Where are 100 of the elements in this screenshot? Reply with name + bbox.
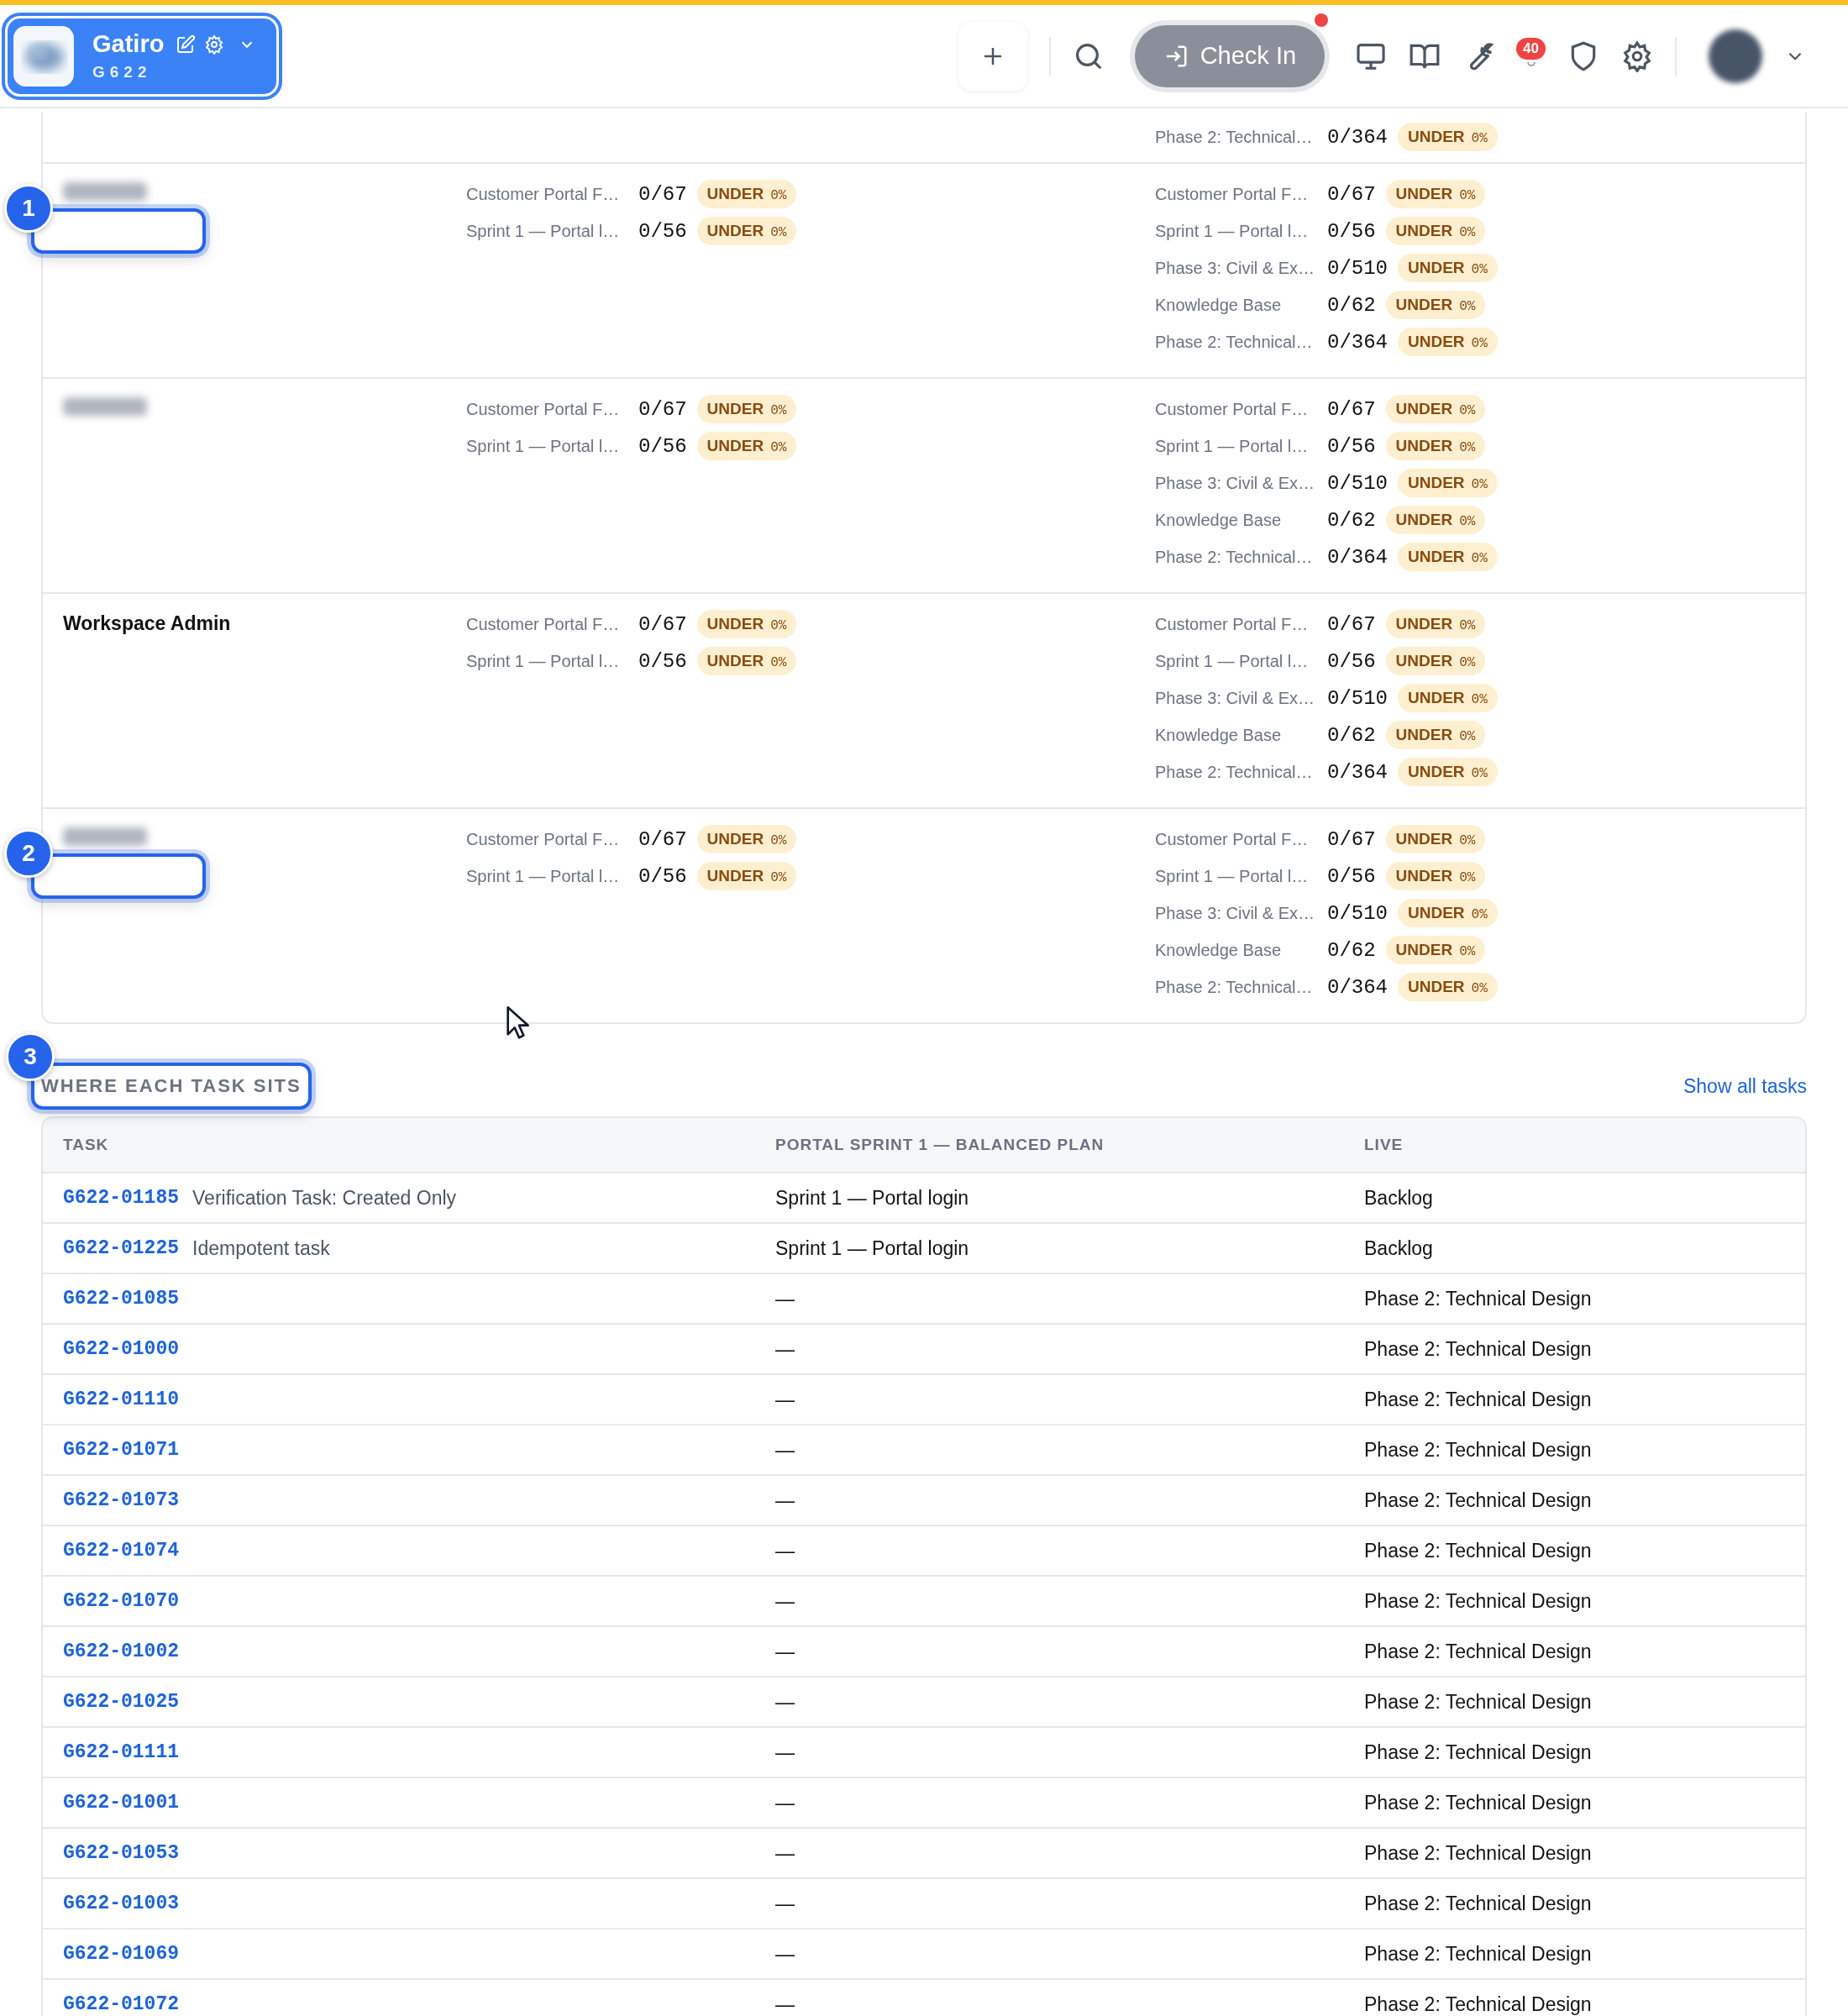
metric-value: 0/364	[1327, 330, 1388, 354]
metric-value: 0/56	[1327, 434, 1376, 458]
metric-label: Sprint 1 — Portal l…	[466, 866, 621, 886]
task-id-link[interactable]: G622-01025	[63, 1691, 180, 1713]
metric-value: 0/67	[638, 397, 687, 421]
live-cell: Backlog	[1364, 1186, 1433, 1210]
plan-cell: —	[775, 1791, 795, 1814]
task-id-link[interactable]: G622-01225	[63, 1237, 180, 1259]
metric-value: 0/67	[1327, 827, 1376, 851]
task-id-link[interactable]: G622-01001	[63, 1792, 180, 1814]
percent-label: 0%	[770, 655, 787, 670]
task-id-link[interactable]: G622-01072	[63, 1993, 180, 2015]
status-label: UNDER	[706, 830, 764, 848]
status-label: UNDER	[1395, 830, 1453, 848]
column-header: LIVE	[1364, 1136, 1404, 1154]
workspace-name: Gatiro	[92, 30, 165, 58]
plan-cell: —	[775, 1488, 795, 1512]
metric-label: Customer Portal F…	[466, 829, 621, 849]
status-label: UNDER	[1395, 400, 1453, 418]
metric-label: Sprint 1 — Portal l…	[1155, 651, 1310, 671]
metric-label: Customer Portal F…	[1155, 399, 1310, 419]
metric-label: Phase 2: Technical…	[1155, 977, 1314, 997]
task-id-link[interactable]: G622-01073	[63, 1489, 180, 1511]
status-label: UNDER	[1395, 511, 1453, 529]
percent-label: 0%	[770, 188, 787, 203]
live-cell: Phase 2: Technical Design	[1364, 1740, 1592, 1764]
metric-label: Sprint 1 — Portal l…	[1155, 436, 1310, 456]
metric-label: Customer Portal F…	[466, 184, 621, 204]
percent-label: 0%	[770, 225, 787, 240]
metric-value: 0/510	[1327, 471, 1388, 495]
plan-cell: —	[775, 1690, 795, 1714]
live-cell: Phase 2: Technical Design	[1364, 1992, 1592, 2016]
task-id-link[interactable]: G622-01071	[63, 1439, 180, 1461]
status-label: UNDER	[1395, 296, 1453, 314]
percent-label: 0%	[1459, 833, 1476, 848]
live-cell: Phase 2: Technical Design	[1364, 1337, 1592, 1361]
live-cell: Phase 2: Technical Design	[1364, 1388, 1592, 1411]
task-id-link[interactable]: G622-01111	[63, 1741, 180, 1763]
plan-cell: —	[775, 1388, 795, 1411]
task-id-link[interactable]: G622-01185	[63, 1187, 180, 1209]
metric-label: Knowledge Base	[1155, 940, 1283, 960]
live-cell: Phase 2: Technical Design	[1364, 1438, 1592, 1462]
metric-label: Sprint 1 — Portal l…	[1155, 221, 1310, 241]
task-id-link[interactable]: G622-01070	[63, 1590, 180, 1612]
plan-cell: —	[775, 1992, 795, 2016]
percent-label: 0%	[1459, 944, 1476, 959]
status-label: UNDER	[1395, 726, 1453, 744]
show-all-link[interactable]: Show all tasks	[1683, 1074, 1807, 1098]
live-cell: Phase 2: Technical Design	[1364, 1690, 1592, 1714]
metric-value: 0/510	[1327, 256, 1388, 280]
task-title: Verification Task: Created Only	[192, 1186, 457, 1210]
percent-label: 0%	[1471, 262, 1488, 277]
metric-value: 0/510	[1327, 901, 1388, 925]
task-id-link[interactable]: G622-01000	[63, 1338, 180, 1360]
metric-label: Sprint 1 — Portal l…	[466, 221, 621, 241]
metric-value: 0/62	[1327, 293, 1376, 317]
settings-icon[interactable]	[204, 34, 225, 55]
percent-label: 0%	[1459, 403, 1476, 418]
status-label: UNDER	[706, 867, 764, 885]
status-label: UNDER	[1395, 615, 1453, 633]
workspace-switcher[interactable]: Gatiro G622	[2, 12, 282, 100]
percent-label: 0%	[1459, 440, 1476, 455]
status-label: UNDER	[1408, 474, 1465, 492]
task-id-link[interactable]: G622-01085	[63, 1288, 180, 1310]
status-label: UNDER	[1408, 904, 1465, 922]
plan-cell: Sprint 1 — Portal login	[775, 1186, 969, 1210]
task-id-link[interactable]: G622-01074	[63, 1540, 180, 1562]
task-id-link[interactable]: G622-01003	[63, 1893, 180, 1914]
metric-label: Knowledge Base	[1155, 295, 1283, 315]
plan-cell: Sprint 1 — Portal login	[775, 1236, 969, 1260]
metric-label: Sprint 1 — Portal l…	[466, 436, 621, 456]
percent-label: 0%	[1459, 655, 1476, 670]
metric-label: Phase 3: Civil & Ex…	[1155, 473, 1316, 493]
status-label: UNDER	[1408, 333, 1465, 351]
metric-label: Customer Portal F…	[1155, 829, 1310, 849]
plan-cell: —	[775, 1640, 795, 1663]
percent-label: 0%	[1471, 551, 1488, 566]
settings-icon[interactable]	[1621, 39, 1653, 72]
percent-label: 0%	[1459, 870, 1476, 885]
percent-label: 0%	[1471, 131, 1488, 146]
column-header: TASK	[63, 1136, 110, 1154]
metric-value: 0/510	[1327, 686, 1388, 710]
task-title: Idempotent task	[192, 1236, 330, 1260]
avatar[interactable]	[1709, 29, 1762, 83]
task-id-link[interactable]: G622-01002	[63, 1641, 180, 1662]
status-label: UNDER	[706, 437, 764, 455]
percent-label: 0%	[770, 833, 787, 848]
live-cell: Phase 2: Technical Design	[1364, 1892, 1592, 1915]
column-header: PORTAL SPRINT 1 — BALANCED PLAN	[775, 1136, 1105, 1154]
edit-icon[interactable]	[176, 34, 197, 55]
percent-label: 0%	[1471, 907, 1488, 922]
metric-label: Phase 2: Technical…	[1155, 127, 1314, 147]
status-label: UNDER	[1395, 652, 1453, 670]
metric-label: Customer Portal F…	[466, 399, 621, 419]
percent-label: 0%	[1459, 225, 1476, 240]
task-id-link[interactable]: G622-01069	[63, 1943, 180, 1965]
live-cell: Phase 2: Technical Design	[1364, 1791, 1592, 1814]
task-id-link[interactable]: G622-01053	[63, 1842, 180, 1864]
task-id-link[interactable]: G622-01110	[63, 1389, 180, 1410]
status-label: UNDER	[706, 652, 764, 670]
